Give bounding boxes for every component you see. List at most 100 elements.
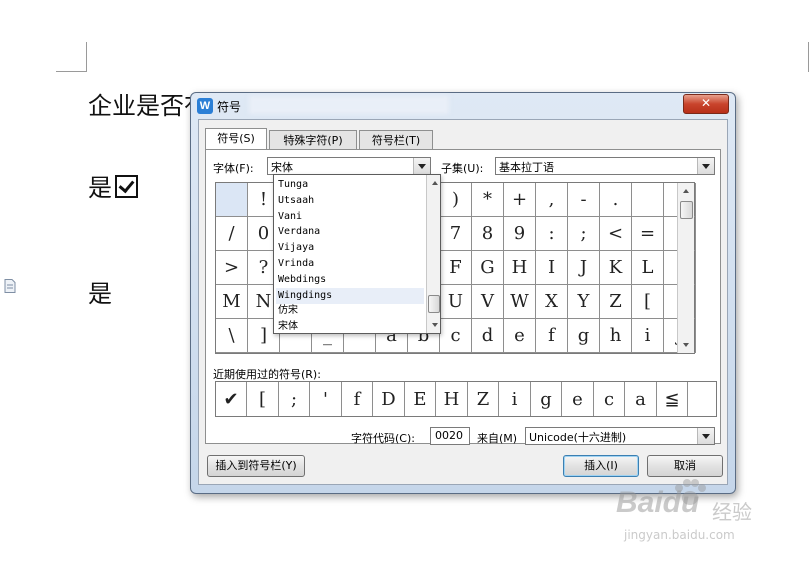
symbol-cell[interactable]: U xyxy=(440,285,472,319)
recent-symbol-cell[interactable]: D xyxy=(374,382,405,416)
grid-scrollbar[interactable] xyxy=(677,183,694,353)
crop-mark xyxy=(56,71,87,72)
symbol-cell[interactable]: * xyxy=(472,183,504,217)
symbol-cell[interactable]: > xyxy=(216,251,248,285)
symbol-cell[interactable]: V xyxy=(472,285,504,319)
symbol-cell[interactable]: e xyxy=(504,319,536,353)
crop-mark xyxy=(808,42,809,72)
symbol-cell[interactable]: \ xyxy=(216,319,248,353)
symbol-cell[interactable]: L xyxy=(632,251,664,285)
from-select[interactable]: Unicode(十六进制) xyxy=(525,427,715,445)
font-option[interactable]: 宋体 xyxy=(276,319,424,335)
recent-symbols: ✔[; ' f D E H Zi g e c a ≦ xyxy=(215,381,717,417)
symbol-cell[interactable]: H xyxy=(504,251,536,285)
watermark-url: jingyan.baidu.com xyxy=(624,528,735,542)
recent-symbol-cell[interactable]: f xyxy=(342,382,373,416)
chevron-down-icon[interactable] xyxy=(697,158,714,174)
symbol-cell[interactable]: G xyxy=(472,251,504,285)
recent-symbol-cell[interactable]: ✔ xyxy=(216,382,247,416)
font-list-scrollbar[interactable] xyxy=(426,175,440,333)
recent-symbol-cell[interactable]: ; xyxy=(279,382,310,416)
font-option[interactable]: Vrinda xyxy=(276,256,424,272)
char-code-input[interactable]: 0020 xyxy=(430,427,470,445)
insert-to-symbol-bar-button[interactable]: 插入到符号栏(Y) xyxy=(207,455,305,477)
chevron-down-icon[interactable] xyxy=(697,428,714,444)
scroll-down-icon[interactable] xyxy=(427,317,440,333)
symbol-cell[interactable]: K xyxy=(600,251,632,285)
symbol-dialog: W 符号 ✕ 符号(S) 特殊字符(P) 符号栏(T) 字体(F): 宋体 子集… xyxy=(190,92,736,494)
symbol-cell[interactable]: g xyxy=(568,319,600,353)
font-select[interactable]: 宋体 xyxy=(267,157,431,175)
insert-button[interactable]: 插入(I) xyxy=(563,455,639,477)
symbol-cell[interactable]: ; xyxy=(568,217,600,251)
symbol-cell[interactable]: 8 xyxy=(472,217,504,251)
recent-symbol-cell[interactable]: [ xyxy=(248,382,279,416)
symbol-cell[interactable]: M xyxy=(216,285,248,319)
recent-symbol-cell[interactable]: Z xyxy=(468,382,499,416)
recent-symbol-cell[interactable]: ' xyxy=(311,382,342,416)
symbol-cell[interactable]: - xyxy=(568,183,600,217)
recent-symbol-cell[interactable]: H xyxy=(437,382,468,416)
font-option[interactable]: 仿宋 xyxy=(276,303,424,319)
symbol-cell[interactable]: F xyxy=(440,251,472,285)
symbol-cell[interactable]: = xyxy=(632,217,664,251)
tab-special-characters[interactable]: 特殊字符(P) xyxy=(269,130,357,150)
scrollbar-thumb[interactable] xyxy=(428,295,440,313)
recent-symbol-cell[interactable]: e xyxy=(563,382,594,416)
recent-symbol-cell[interactable]: E xyxy=(405,382,436,416)
font-option[interactable]: Vijaya xyxy=(276,240,424,256)
close-button[interactable]: ✕ xyxy=(683,94,729,114)
symbol-cell[interactable]: < xyxy=(600,217,632,251)
scroll-up-icon[interactable] xyxy=(427,175,440,191)
symbol-cell[interactable]: + xyxy=(504,183,536,217)
font-option[interactable]: Utsaah xyxy=(276,193,424,209)
symbol-cell[interactable]: i xyxy=(632,319,664,353)
font-option[interactable]: Tunga xyxy=(276,177,424,193)
document-answer-checked: 是 xyxy=(88,168,138,203)
scrollbar-thumb[interactable] xyxy=(680,201,693,219)
font-select-value: 宋体 xyxy=(271,161,293,174)
symbol-cell[interactable]: I xyxy=(536,251,568,285)
watermark-brand: Baidu xyxy=(616,486,700,519)
symbol-cell[interactable]: . xyxy=(600,183,632,217)
crop-mark xyxy=(86,42,87,72)
symbol-cell[interactable]: J xyxy=(568,251,600,285)
document-icon[interactable] xyxy=(4,279,16,293)
cancel-button[interactable]: 取消 xyxy=(647,455,723,477)
symbol-cell[interactable]: f xyxy=(536,319,568,353)
recent-symbol-cell[interactable]: c xyxy=(594,382,625,416)
recent-symbol-cell[interactable]: g xyxy=(531,382,562,416)
symbol-cell[interactable]: 7 xyxy=(440,217,472,251)
symbol-cell[interactable]: 9 xyxy=(504,217,536,251)
symbol-cell[interactable]: h xyxy=(600,319,632,353)
symbol-cell[interactable]: W xyxy=(504,285,536,319)
blurred-region xyxy=(249,96,449,114)
symbol-cell[interactable]: d xyxy=(472,319,504,353)
font-option[interactable]: Webdings xyxy=(276,272,424,288)
symbol-cell[interactable]: Z xyxy=(600,285,632,319)
symbol-cell[interactable] xyxy=(216,183,248,217)
recent-symbol-cell[interactable]: a xyxy=(626,382,657,416)
recent-symbol-cell[interactable]: ≦ xyxy=(657,382,688,416)
chevron-down-icon[interactable] xyxy=(413,158,430,174)
font-option[interactable]: Vani xyxy=(276,209,424,225)
font-option[interactable]: Wingdings xyxy=(276,287,424,304)
symbol-cell[interactable]: c xyxy=(440,319,472,353)
symbol-cell[interactable] xyxy=(632,183,664,217)
recent-symbol-cell[interactable]: i xyxy=(500,382,531,416)
tab-symbol-bar[interactable]: 符号栏(T) xyxy=(359,130,433,150)
symbol-cell[interactable]: X xyxy=(536,285,568,319)
symbol-cell[interactable]: ) xyxy=(440,183,472,217)
subset-select[interactable]: 基本拉丁语 xyxy=(495,157,715,175)
symbol-cell[interactable]: Y xyxy=(568,285,600,319)
from-label: 来自(M) xyxy=(477,432,518,445)
font-option[interactable]: Verdana xyxy=(276,224,424,240)
tab-symbol[interactable]: 符号(S) xyxy=(205,128,267,150)
symbol-cell[interactable]: : xyxy=(536,217,568,251)
watermark-jingyan: 经验 xyxy=(712,500,752,524)
scroll-down-icon[interactable] xyxy=(678,337,694,353)
symbol-cell[interactable]: / xyxy=(216,217,248,251)
symbol-cell[interactable]: [ xyxy=(632,285,664,319)
scroll-up-icon[interactable] xyxy=(678,183,694,199)
symbol-cell[interactable]: , xyxy=(536,183,568,217)
